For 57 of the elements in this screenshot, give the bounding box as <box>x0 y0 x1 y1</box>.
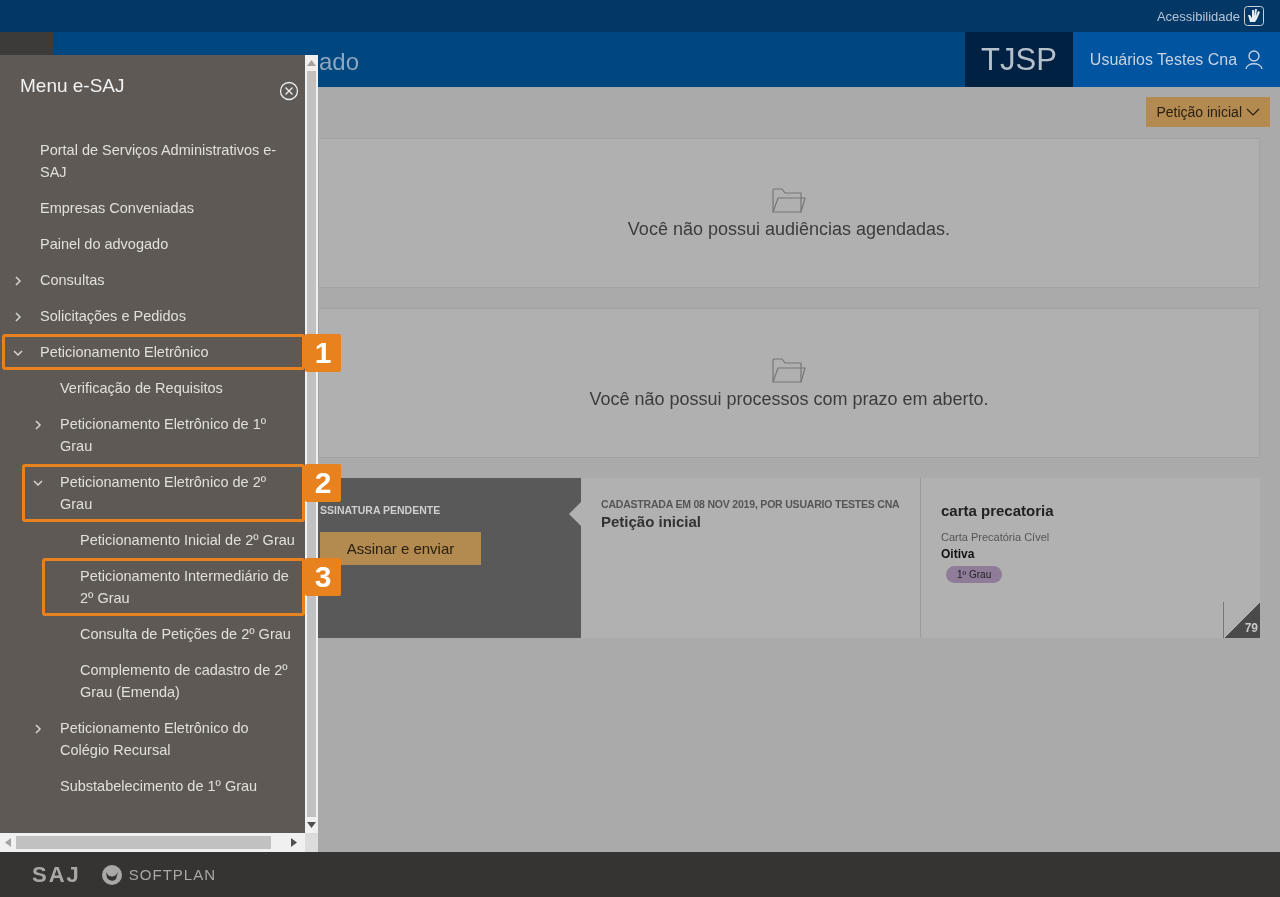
user-menu[interactable]: Usuários Testes Cna <box>1073 32 1280 87</box>
page-title: ado <box>319 47 360 76</box>
shield-icon <box>100 863 123 886</box>
close-button[interactable] <box>279 81 299 101</box>
chevron-icon <box>13 348 23 358</box>
brand-logo: SOFTPLAN <box>100 863 216 886</box>
menu-item[interactable]: Substabelecimento de 1º Grau <box>0 768 305 804</box>
step-number: 3 <box>305 558 341 596</box>
menu-item[interactable]: Peticionamento Eletrônico de 2º Grau <box>0 464 305 522</box>
menu-item[interactable]: Peticionamento Intermediário de 2º Grau <box>0 558 305 616</box>
caret-icon <box>1246 107 1260 117</box>
petition-type-dropdown[interactable]: Petição inicial <box>1146 97 1270 127</box>
menu-item[interactable]: Peticionamento Inicial de 2º Grau <box>0 522 305 558</box>
case-title: carta precatoria <box>941 502 1055 519</box>
chevron-icon <box>13 312 23 322</box>
corner-fold <box>1223 602 1260 638</box>
menu-title: Menu e-SAJ <box>20 75 125 97</box>
horizontal-scrollbar[interactable] <box>0 833 305 852</box>
case-subject: Oitiva <box>941 547 976 561</box>
count-label: 79 <box>1244 621 1258 635</box>
accessibility-link[interactable]: Acessibilidade <box>1156 8 1240 24</box>
status-label: SSINATURA PENDENTE <box>320 504 442 516</box>
folder-icon <box>772 186 806 213</box>
scroll-right-icon[interactable] <box>291 838 297 847</box>
close-icon <box>279 81 299 101</box>
chevron-icon <box>13 276 23 286</box>
menu-item[interactable]: Empresas Conveniadas <box>0 190 305 226</box>
petition-meta: CADASTRADA EM 08 NOV 2019, POR USUARIO TESTES CNA <box>601 498 901 510</box>
chevron-icon <box>33 724 43 734</box>
chevron-icon <box>33 478 43 488</box>
step-number: 2 <box>305 464 341 502</box>
menu-item[interactable]: Solicitações e Pedidos <box>0 298 305 334</box>
chevron-icon <box>33 420 43 430</box>
brand-logo: SAJ <box>32 861 81 888</box>
empty-message: Você não possui processos com prazo em aberto. <box>589 388 989 410</box>
sign-send-button[interactable]: Assinar e enviar <box>320 532 481 565</box>
court-logo: TJSP <box>965 32 1073 87</box>
menu-item[interactable]: Peticionamento Eletrônico do Colégio Recursal <box>0 710 305 768</box>
hand-icon[interactable] <box>1244 6 1264 26</box>
petition-type: Petição inicial <box>601 513 703 530</box>
menu-item[interactable]: Peticionamento Eletrônico <box>0 334 305 370</box>
step-number: 1 <box>305 334 341 372</box>
menu-item[interactable]: Portal de Serviços Administrativos e-SAJ <box>0 132 305 190</box>
folder-icon <box>772 356 806 383</box>
menu-item[interactable]: Complemento de cadastro de 2º Grau (Emenda) <box>0 652 305 710</box>
user-icon <box>1245 49 1264 70</box>
instance-tag: 1º Grau <box>946 566 1003 583</box>
case-class: Carta Precatória Cível <box>941 531 1051 543</box>
notch-icon <box>569 502 581 526</box>
menu-item[interactable]: Peticionamento Eletrônico de 1º Grau <box>0 406 305 464</box>
empty-message: Você não possui audiências agendadas. <box>627 218 951 240</box>
menu-item[interactable]: Consulta de Petições de 2º Grau <box>0 616 305 652</box>
menu-item[interactable]: Consultas <box>0 262 305 298</box>
scroll-down-icon[interactable] <box>307 822 316 828</box>
scrollbar-corner <box>305 833 318 852</box>
menu-item[interactable]: Painel do advogado <box>0 226 305 262</box>
menu-item[interactable]: Verificação de Requisitos <box>0 370 305 406</box>
